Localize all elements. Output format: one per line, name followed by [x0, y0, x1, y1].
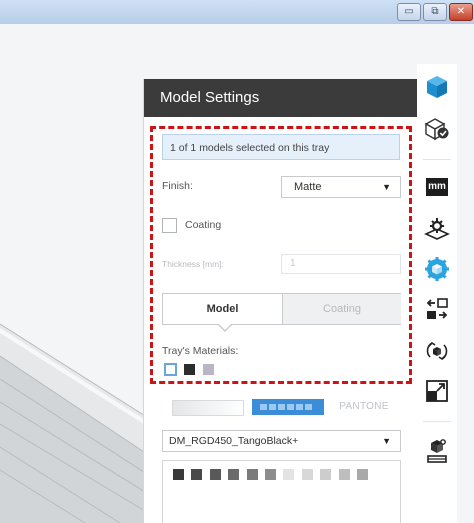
pantone-palette-tab[interactable]: PANTONE [330, 398, 398, 412]
color-swatch[interactable] [283, 469, 295, 480]
model-cube-icon[interactable] [421, 72, 453, 102]
toolbar-divider [423, 421, 451, 422]
color-swatch-grid [162, 460, 401, 523]
color-swatch[interactable] [265, 469, 276, 480]
settings-check-icon[interactable] [421, 114, 453, 144]
color-swatch[interactable] [320, 469, 332, 480]
units-mm-button[interactable]: mm [421, 172, 453, 202]
rotate-icon[interactable] [421, 336, 453, 366]
color-swatch[interactable] [357, 469, 368, 480]
material-select[interactable]: DM_RGD450_TangoBlack+ ▼ [162, 430, 401, 452]
build-tray-3d [0, 323, 150, 523]
color-swatch[interactable] [173, 469, 184, 480]
panel-title: Model Settings [144, 79, 418, 117]
color-swatch[interactable] [209, 469, 221, 480]
highlight-annotation [150, 126, 412, 384]
color-swatch[interactable] [191, 469, 203, 480]
scale-icon[interactable] [421, 376, 453, 406]
color-swatch[interactable] [246, 469, 258, 480]
window-title-bar: ▭ ⧉ ✕ [0, 0, 474, 24]
model-settings-icon[interactable] [421, 254, 453, 284]
gradient-palette-tab[interactable] [172, 400, 244, 416]
restore-button[interactable]: ⧉ [423, 3, 447, 21]
palette-tabs: PANTONE [162, 394, 400, 420]
minimize-button[interactable]: ▭ [397, 3, 421, 21]
right-toolbar: mm [417, 64, 457, 523]
move-arrange-icon[interactable] [421, 294, 453, 324]
print-material-icon[interactable] [421, 436, 453, 466]
chevron-down-icon: ▼ [382, 436, 391, 446]
close-button[interactable]: ✕ [449, 3, 473, 21]
color-swatch[interactable] [228, 469, 240, 480]
mm-units-icon: mm [426, 178, 448, 196]
color-swatch[interactable] [338, 469, 350, 480]
build-tray-viewport[interactable] [0, 24, 150, 523]
toolbar-divider [423, 159, 451, 160]
color-swatch[interactable] [301, 469, 313, 480]
material-select-value: DM_RGD450_TangoBlack+ [169, 435, 299, 447]
tray-settings-icon[interactable] [421, 214, 453, 244]
swatch-palette-tab[interactable] [252, 399, 324, 415]
